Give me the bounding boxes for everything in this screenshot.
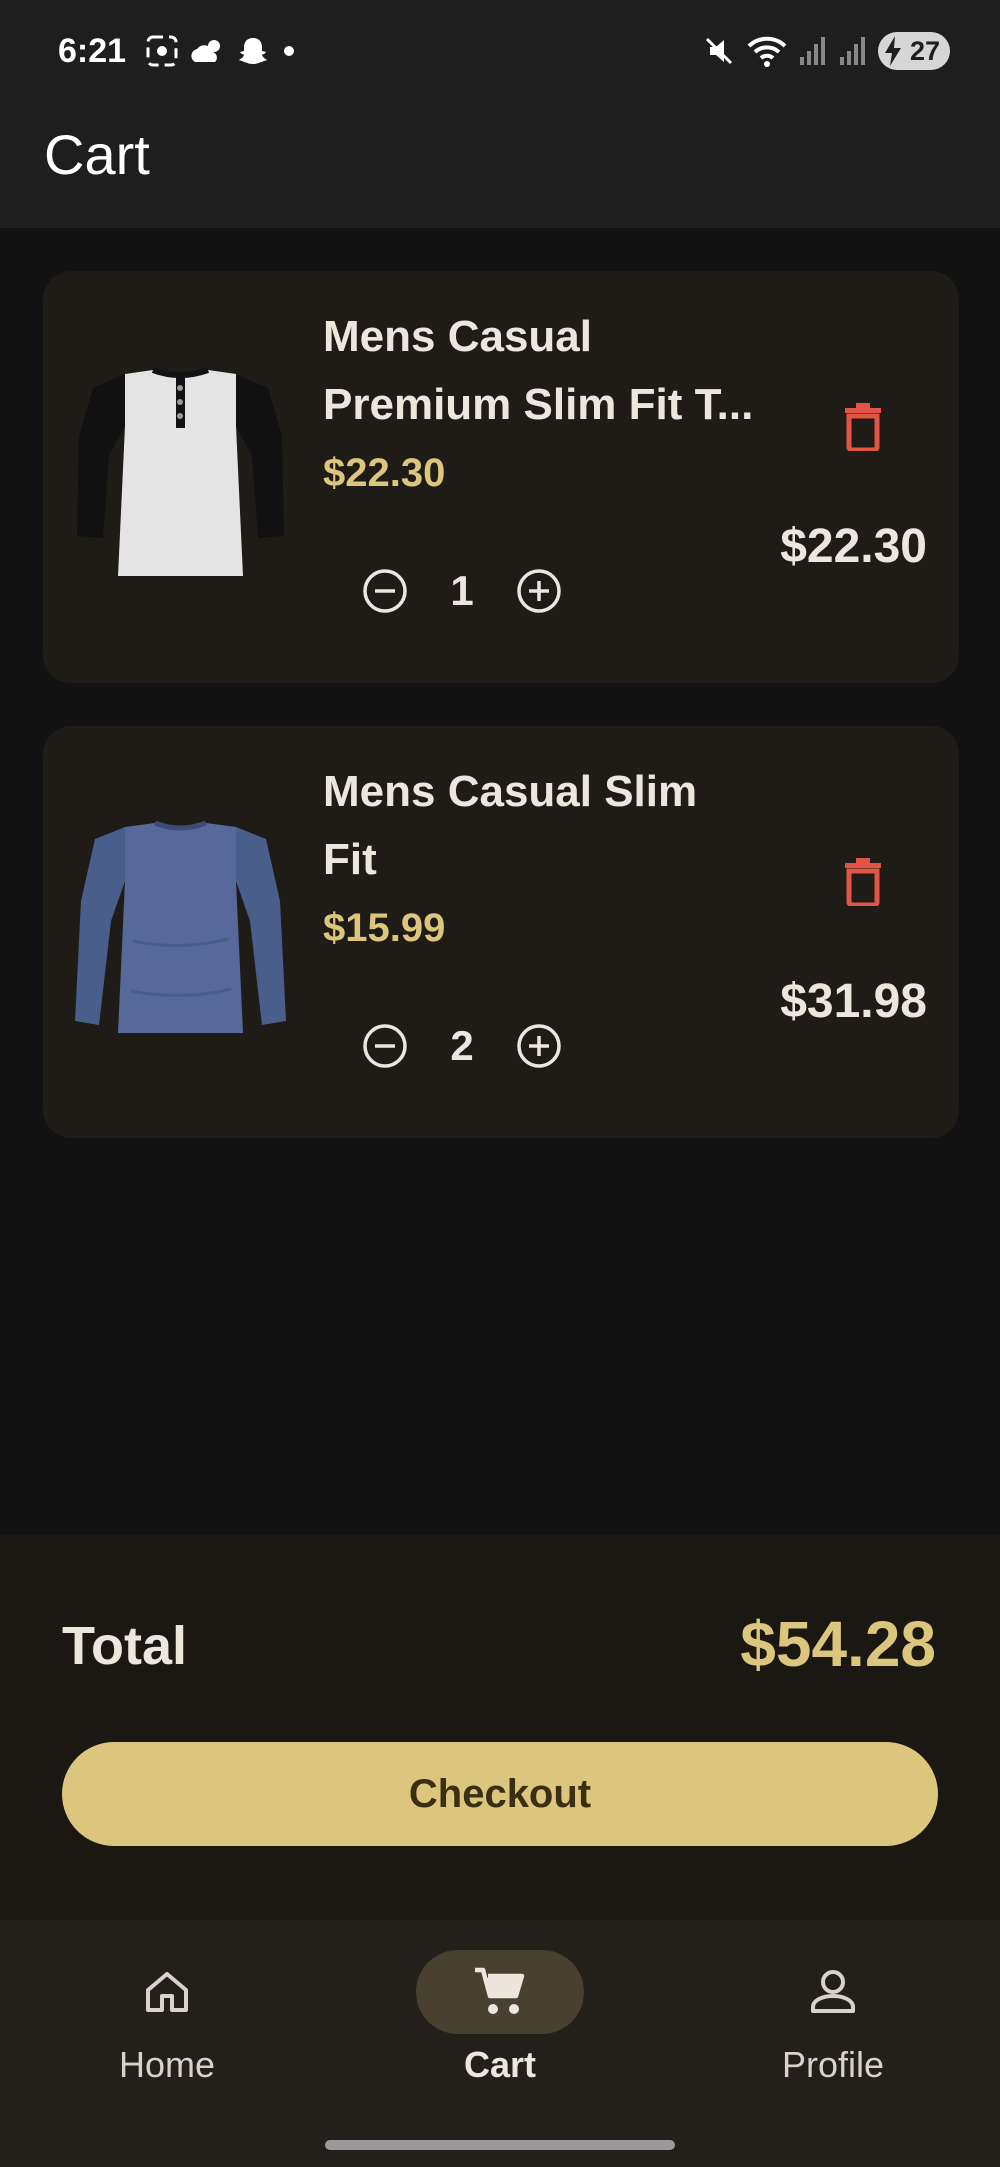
delete-item-button[interactable] bbox=[843, 401, 893, 459]
page-title: Cart bbox=[44, 123, 150, 186]
quantity-stepper: 1 bbox=[361, 567, 563, 615]
mute-icon bbox=[705, 37, 733, 65]
plus-circle-icon bbox=[517, 1024, 561, 1068]
line-total: $31.98 bbox=[780, 975, 927, 1028]
signal-icon bbox=[800, 37, 825, 65]
product-name-line-1: Mens Casual Slim bbox=[323, 767, 698, 816]
delete-item-button[interactable] bbox=[843, 856, 893, 914]
unit-price: $22.30 bbox=[323, 451, 446, 495]
checkout-button[interactable]: Checkout bbox=[62, 1742, 938, 1846]
nav-item-profile[interactable]: Profile bbox=[723, 1950, 943, 2100]
product-image bbox=[77, 367, 284, 576]
increase-quantity-button[interactable] bbox=[515, 1022, 563, 1070]
battery-level: 27 bbox=[909, 35, 940, 66]
product-name: Mens Casual Premium Slim Fit T... bbox=[323, 303, 823, 439]
minus-circle-icon bbox=[363, 569, 407, 613]
nav-label: Cart bbox=[463, 2044, 537, 2085]
cart-item: Mens Casual Premium Slim Fit T... $22.30… bbox=[43, 271, 959, 683]
nav-item-home[interactable]: Home bbox=[57, 1950, 277, 2100]
nav-label: Home bbox=[118, 2044, 216, 2085]
line-total: $22.30 bbox=[780, 520, 927, 573]
status-left-icons bbox=[145, 34, 299, 68]
quantity-stepper: 2 bbox=[361, 1022, 563, 1070]
nav-label: Profile bbox=[781, 2044, 885, 2085]
nav-pill bbox=[83, 1950, 251, 2034]
quantity-value: 2 bbox=[450, 1022, 474, 1069]
snapchat-icon bbox=[239, 38, 267, 64]
status-bar: 6:21 27 bbox=[0, 0, 1000, 110]
dot-icon bbox=[284, 46, 294, 56]
total-value: $54.28 bbox=[740, 1608, 936, 1680]
trash-icon bbox=[845, 858, 881, 908]
decrease-quantity-button[interactable] bbox=[361, 1022, 409, 1070]
product-name-line-1: Mens Casual bbox=[323, 312, 592, 361]
status-right-icons: 27 bbox=[702, 32, 950, 70]
screen-record-icon bbox=[146, 35, 178, 67]
app-bar: Cart bbox=[0, 110, 1000, 228]
battery-charging-icon bbox=[885, 36, 901, 66]
product-name: Mens Casual Slim Fit bbox=[323, 758, 823, 894]
quantity-value: 1 bbox=[450, 567, 474, 614]
product-name-line-2: Premium Slim Fit T... bbox=[323, 380, 754, 429]
home-icon bbox=[146, 1972, 188, 2012]
increase-quantity-button[interactable] bbox=[515, 567, 563, 615]
battery-indicator: 27 bbox=[878, 32, 950, 70]
trash-icon bbox=[845, 403, 881, 453]
cart-item: Mens Casual Slim Fit $15.99 2 $31.98 bbox=[43, 726, 959, 1138]
bottom-navigation: Home Cart Profile bbox=[0, 1920, 1000, 2167]
plus-circle-icon bbox=[517, 569, 561, 613]
cloud-sun-icon bbox=[191, 40, 220, 62]
person-icon bbox=[811, 1970, 855, 2013]
minus-circle-icon bbox=[363, 1024, 407, 1068]
total-label: Total bbox=[62, 1616, 187, 1676]
cart-summary: Total $54.28 Checkout bbox=[0, 1535, 1000, 1920]
cart-icon bbox=[475, 1967, 525, 2014]
nav-pill-active bbox=[416, 1950, 584, 2034]
signal-icon bbox=[840, 37, 865, 65]
unit-price: $15.99 bbox=[323, 906, 446, 950]
status-time: 6:21 bbox=[58, 32, 127, 70]
product-name-line-2: Fit bbox=[323, 835, 377, 884]
nav-pill bbox=[749, 1950, 917, 2034]
decrease-quantity-button[interactable] bbox=[361, 567, 409, 615]
wifi-icon bbox=[747, 36, 787, 67]
nav-item-cart[interactable]: Cart bbox=[390, 1950, 610, 2100]
product-image bbox=[75, 821, 286, 1033]
home-indicator[interactable] bbox=[325, 2140, 675, 2150]
